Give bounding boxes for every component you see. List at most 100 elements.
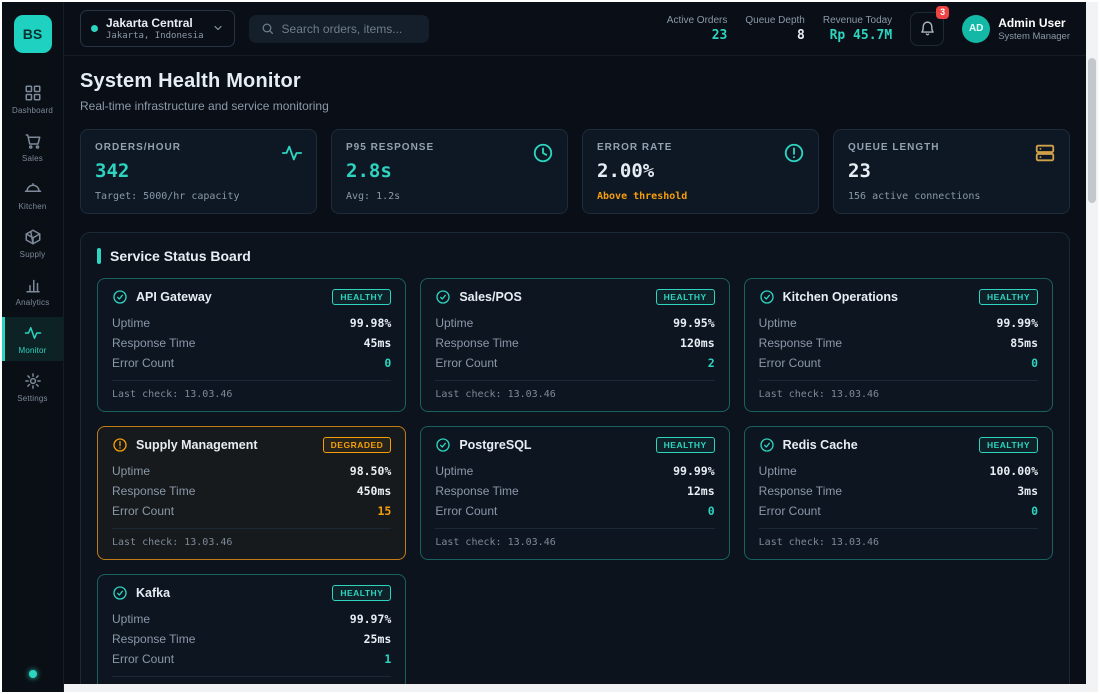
vertical-scrollbar[interactable] [1086,2,1098,692]
kpi-value: 2.8s [346,160,392,182]
server-icon [1034,142,1056,164]
status-badge: HEALTHY [332,289,392,305]
response-time-value: 45ms [363,336,392,350]
service-card[interactable]: Redis Cache HEALTHY Uptime 100.00% Respo… [743,426,1053,560]
service-card-header: API Gateway HEALTHY [112,289,392,305]
service-card[interactable]: API Gateway HEALTHY Uptime 99.98% Respon… [97,278,407,412]
response-time-label: Response Time [112,484,196,498]
stat-label: Revenue Today [822,14,893,26]
kpi-queue-length: QUEUE LENGTH 23 156 active connections [833,129,1070,214]
sidebar-item-kitchen[interactable]: Kitchen [2,173,63,217]
response-time-value: 12ms [686,484,715,498]
error-count-value: 15 [377,504,392,518]
uptime-row: Uptime 99.97% [112,609,391,629]
service-card-header: Redis Cache HEALTHY [759,437,1038,453]
stat-value: Rp 45.7M [829,27,893,43]
sidebar-item-label: Sales [21,154,43,163]
last-check: Last check: 13.03.46 [758,528,1038,548]
uptime-value: 99.97% [349,612,392,626]
last-check: Last check: 13.03.46 [435,528,715,548]
sidebar-item-label: Kitchen [18,202,47,211]
sidebar-item-label: Supply [19,250,46,259]
response-time-label: Response Time [758,336,843,350]
status-badge: HEALTHY [978,289,1038,305]
user-menu[interactable]: AD Admin User System Manager [962,14,1070,43]
clock-icon [532,142,554,164]
service-card[interactable]: Supply Management DEGRADED Uptime 98.50%… [97,426,407,560]
uptime-row: Uptime 99.95% [435,313,714,333]
notifications-button[interactable]: 3 [910,5,950,46]
check-circle-icon [112,585,128,601]
location-selector[interactable]: Jakarta Central Jakarta, Indonesia [80,10,235,47]
service-name: Supply Management [136,438,258,452]
response-time-label: Response Time [435,336,519,350]
service-name: Sales/POS [459,290,522,304]
status-badge: HEALTHY [655,437,715,453]
uptime-row: Uptime 99.99% [759,313,1038,333]
service-card[interactable]: Kafka HEALTHY Uptime 99.97% Response Tim… [97,574,407,684]
kpi-value: 2.00% [597,160,655,182]
error-count-label: Error Count [758,504,821,518]
alert-circle-icon [112,437,128,453]
service-card-header: Sales/POS HEALTHY [435,289,715,305]
sidebar-item-monitor[interactable]: Monitor [2,317,63,361]
response-time-value: 85ms [1010,336,1038,350]
error-count-label: Error Count [112,504,175,518]
sidebar-item-settings[interactable]: Settings [2,365,63,409]
error-count-row: Error Count 0 [435,501,714,521]
check-circle-icon [759,437,775,453]
app-logo: BS [13,15,52,53]
service-card[interactable]: Sales/POS HEALTHY Uptime 99.95% Response… [420,278,730,412]
sidebar-item-analytics[interactable]: Analytics [2,269,63,313]
service-card-header: Kitchen Operations HEALTHY [759,289,1038,305]
horizontal-scrollbar[interactable] [64,684,1086,692]
service-card[interactable]: Kitchen Operations HEALTHY Uptime 99.99%… [743,278,1053,412]
user-role: System Manager [998,30,1070,42]
service-card-header: PostgreSQL HEALTHY [435,437,715,453]
kpi-label: ORDERS/HOUR [95,142,182,153]
sidebar-item-supply[interactable]: Supply [2,221,63,265]
check-circle-icon [112,289,128,305]
sidebar-item-label: Analytics [15,298,50,307]
sidebar-item-label: Dashboard [12,106,53,115]
kpi-orders-per-hour: ORDERS/HOUR 342 Target: 5000/hr capacity [80,129,317,214]
response-time-value: 120ms [680,336,715,350]
topbar: Jakarta Central Jakarta, Indonesia Activ… [64,2,1086,56]
uptime-row: Uptime 100.00% [759,461,1038,481]
error-count-value: 0 [384,356,392,370]
last-check: Last check: 13.03.46 [758,380,1038,400]
location-sub: Jakarta, Indonesia [106,30,204,41]
kpi-error-rate: ERROR RATE 2.00% Above threshold [582,129,819,214]
last-check: Last check: 13.03.46 [112,676,392,684]
sidebar-item-dashboard[interactable]: Dashboard [2,77,63,121]
response-time-row: Response Time 85ms [759,333,1038,353]
alert-circle-icon [783,142,805,164]
error-count-row: Error Count 0 [759,501,1038,521]
status-badge: HEALTHY [655,289,715,305]
uptime-row: Uptime 98.50% [112,461,391,481]
scrollbar-thumb[interactable] [1088,58,1096,203]
service-name: Kitchen Operations [782,290,898,304]
uptime-value: 99.95% [673,316,715,330]
error-count-label: Error Count [112,652,175,666]
kpi-value: 342 [95,160,130,182]
sidebar-item-sales[interactable]: Sales [2,125,63,169]
kpi-grid: ORDERS/HOUR 342 Target: 5000/hr capacity… [80,129,1070,214]
accent-bar [97,248,101,264]
main-column: Jakarta Central Jakarta, Indonesia Activ… [64,2,1086,692]
kpi-label: P95 RESPONSE [346,142,435,153]
notification-badge: 3 [936,5,950,20]
response-time-row: Response Time 120ms [435,333,714,353]
sidebar-item-label: Monitor [18,346,47,355]
search-input[interactable] [281,21,417,36]
error-count-label: Error Count [435,504,498,518]
error-count-label: Error Count [758,356,821,370]
service-card[interactable]: PostgreSQL HEALTHY Uptime 99.99% Respons… [420,426,730,560]
check-circle-icon [435,437,451,453]
last-check: Last check: 13.03.46 [112,528,392,548]
response-time-row: Response Time 3ms [759,481,1038,501]
response-time-value: 3ms [1017,484,1038,498]
error-count-value: 2 [707,356,715,370]
kpi-sub: Above threshold [597,191,688,202]
stat-value: 23 [711,27,728,43]
